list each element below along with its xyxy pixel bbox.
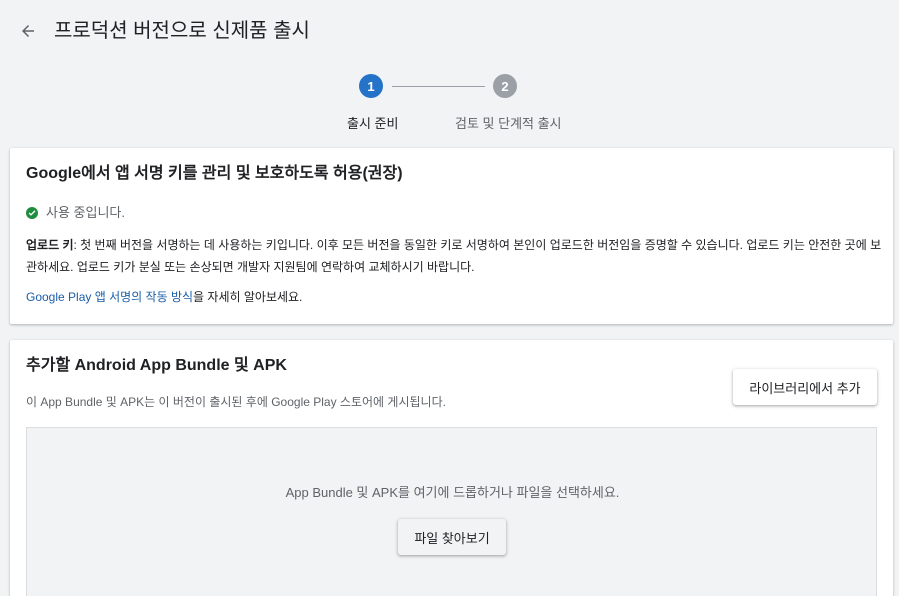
- upload-key-description: 업로드 키: 첫 번째 버전을 서명하는 데 사용하는 키입니다. 이후 모든 …: [26, 234, 882, 278]
- step-2-label: 검토 및 단계적 출시: [455, 116, 562, 131]
- step-2-indicator: 2: [493, 74, 517, 98]
- step-1-indicator: 1: [359, 74, 383, 98]
- step-1-label: 출시 준비: [347, 116, 399, 131]
- app-signing-status: 사용 중입니다.: [26, 205, 125, 221]
- upload-key-label: 업로드 키: [26, 238, 74, 252]
- app-signing-learn-link[interactable]: Google Play 앱 서명의 작동 방식: [26, 290, 193, 304]
- app-bundles-title: 추가할 Android App Bundle 및 APK: [26, 357, 287, 374]
- step-connector: [392, 86, 485, 87]
- learn-more-row: Google Play 앱 서명의 작동 방식을 자세히 알아보세요.: [26, 289, 302, 305]
- app-bundles-card: 추가할 Android App Bundle 및 APK 이 App Bundl…: [10, 340, 893, 596]
- page-header: 프로덕션 버전으로 신제품 출시: [0, 0, 899, 64]
- page-title: 프로덕션 버전으로 신제품 출시: [54, 20, 310, 42]
- check-circle-icon: [26, 207, 38, 219]
- arrow-back-icon[interactable]: [16, 19, 40, 43]
- dropzone-text: App Bundle 및 APK를 여기에 드롭하거나 파일을 선택하세요.: [285, 485, 620, 500]
- file-dropzone[interactable]: App Bundle 및 APK를 여기에 드롭하거나 파일을 선택하세요. 파…: [26, 427, 877, 596]
- browse-files-button[interactable]: 파일 찾아보기: [398, 519, 506, 555]
- status-text: 사용 중입니다.: [46, 205, 125, 220]
- upload-key-text: : 첫 번째 버전을 서명하는 데 사용하는 키입니다. 이후 모든 버전을 동…: [26, 238, 882, 274]
- app-signing-title: Google에서 앱 서명 키를 관리 및 보호하도록 허용(권장): [26, 165, 403, 182]
- app-signing-card: Google에서 앱 서명 키를 관리 및 보호하도록 허용(권장) 사용 중입…: [10, 148, 893, 324]
- add-from-library-button[interactable]: 라이브러리에서 추가: [733, 369, 877, 405]
- learn-more-suffix: 을 자세히 알아보세요.: [193, 290, 303, 304]
- app-bundles-subtitle: 이 App Bundle 및 APK는 이 버전이 출시된 후에 Google …: [26, 395, 446, 409]
- release-stepper: 1 2 출시 준비 검토 및 단계적 출시: [0, 72, 899, 136]
